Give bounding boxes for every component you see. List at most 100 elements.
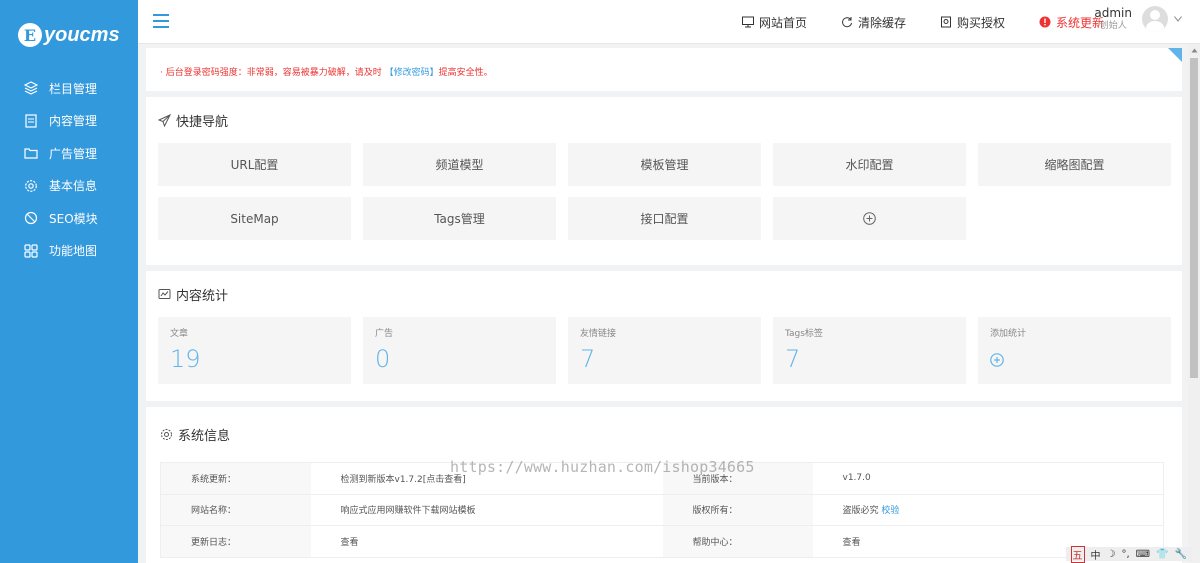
quick-nav-watermark-config[interactable]: 水印配置	[773, 143, 966, 186]
ime-moon-icon[interactable]: ☽	[1107, 549, 1116, 560]
site-name: 响应式应用网赚软件下载网站模板	[310, 494, 663, 526]
sidebar-item-columns[interactable]: 栏目管理	[0, 72, 138, 105]
system-info-panel: 系统信息 系统更新： 检测到新版本v1.7.2[点击查看] 当前版本： v1.7…	[146, 407, 1182, 563]
sysinfo-table: 系统更新： 检测到新版本v1.7.2[点击查看] 当前版本： v1.7.0 网站…	[160, 462, 1164, 558]
sidebar-item-ads[interactable]: 广告管理	[0, 137, 138, 170]
notice-suffix: 提高安全性。	[438, 68, 493, 78]
monitor-icon	[741, 16, 754, 28]
gear-icon	[161, 429, 172, 440]
quick-nav-sitemap[interactable]: SiteMap	[158, 197, 351, 240]
user-names: admin 创始人	[1094, 6, 1132, 32]
sidebar-item-label: 功能地图	[49, 244, 98, 259]
sidebar-item-basic-info[interactable]: 基本信息	[0, 170, 138, 203]
clear-cache-link[interactable]: 清除缓存	[841, 14, 906, 31]
table-key: 更新日志：	[160, 525, 311, 558]
grid-icon	[24, 244, 38, 258]
quick-nav-url-config[interactable]: URL配置	[158, 143, 351, 186]
quick-nav-api-config[interactable]: 接口配置	[568, 197, 761, 240]
sidebar-item-seo[interactable]: SEO模块	[0, 202, 138, 235]
buy-license-link[interactable]: 购买授权	[940, 14, 1005, 31]
scroll-up-icon[interactable]	[1188, 44, 1200, 56]
clear-cache-label: 清除缓存	[857, 15, 906, 30]
table-key: 网站名称：	[160, 494, 311, 526]
stat-ads[interactable]: 广告 0	[363, 317, 556, 384]
content-stats-panel: 内容统计 文章 19 广告 0 友情链接 7 Tags标签 7 添加统计	[146, 271, 1182, 401]
stat-label: 广告	[375, 329, 394, 339]
logo[interactable]: E youcms	[0, 0, 138, 70]
ime-mode-icon[interactable]: 五	[1070, 545, 1085, 563]
sidebar-menu: 栏目管理 内容管理 广告管理 基本信息 SEO模块 功能地图	[0, 72, 138, 267]
seo-icon	[24, 211, 38, 225]
password-notice: · 后台登录密码强度：非常弱，容易被暴力破解，请及时 【修改密码】提高安全性。	[146, 48, 1182, 91]
stats-title: 内容统计	[158, 271, 1170, 317]
notice-prefix: · 后台登录密码强度：非常弱，容易被暴力破解，请及时	[160, 68, 385, 78]
quick-nav-title-text: 快捷导航	[176, 114, 229, 130]
stat-value: 7	[580, 345, 596, 373]
quick-nav-grid: URL配置 频道模型 模板管理 水印配置 缩略图配置 SiteMap Tags管…	[158, 143, 1171, 240]
page-scrollbar[interactable]	[1188, 44, 1200, 563]
logo-mark: E	[18, 23, 42, 47]
change-password-link[interactable]: 【修改密码】	[385, 68, 439, 78]
quick-nav-thumbnail-config[interactable]: 缩略图配置	[978, 143, 1171, 186]
table-key: 版权所有：	[662, 494, 813, 526]
avatar[interactable]	[1142, 6, 1168, 32]
stat-articles[interactable]: 文章 19	[158, 317, 351, 384]
top-links: 网站首页 清除缓存 购买授权 系统更新	[708, 0, 1104, 44]
table-key: 系统更新：	[160, 462, 311, 495]
scrollbar-thumb[interactable]	[1190, 58, 1198, 378]
plus-circle-icon	[863, 212, 876, 225]
refresh-icon	[842, 17, 852, 28]
quick-nav-template-manage[interactable]: 模板管理	[568, 143, 761, 186]
stat-value: 19	[170, 345, 201, 373]
sidebar-item-label: 广告管理	[49, 146, 98, 161]
user-name: admin	[1094, 6, 1132, 20]
ime-toolbar[interactable]: 五 中 ☽ °, ⌨ 👕 🔧	[1065, 545, 1192, 563]
stat-links[interactable]: 友情链接 7	[568, 317, 761, 384]
ime-skin-icon[interactable]: 👕	[1156, 549, 1168, 560]
quick-nav-add-button[interactable]	[773, 197, 966, 240]
quick-nav-title: 快捷导航	[158, 97, 1170, 143]
copyright-cell: 盗版必究 校验	[812, 494, 1164, 526]
stats-title-text: 内容统计	[176, 288, 229, 304]
site-home-link[interactable]: 网站首页	[741, 14, 807, 31]
quick-nav-channel-model[interactable]: 频道模型	[363, 143, 556, 186]
notice-corner-badge	[1168, 48, 1182, 62]
stats-grid: 文章 19 广告 0 友情链接 7 Tags标签 7 添加统计	[158, 317, 1171, 384]
gear-icon	[24, 179, 38, 193]
sidebar-item-function-map[interactable]: 功能地图	[0, 235, 138, 268]
sysinfo-title: 系统信息	[160, 407, 1168, 462]
verify-link[interactable]: 校验	[881, 506, 899, 516]
send-icon	[158, 113, 171, 127]
copyright-text: 盗版必究	[842, 506, 879, 517]
document-icon	[24, 114, 38, 128]
plus-circle-icon	[990, 353, 1159, 370]
ime-settings-icon[interactable]: 🔧	[1175, 549, 1187, 560]
sidebar-item-content[interactable]: 内容管理	[0, 105, 138, 138]
stat-add-button[interactable]: 添加统计	[978, 317, 1171, 384]
logo-text: youcms	[44, 23, 120, 46]
table-row: 更新日志： 查看 帮助中心： 查看	[160, 525, 1164, 558]
ime-lang-icon[interactable]: 中	[1091, 547, 1101, 562]
alert-icon	[1039, 16, 1051, 28]
site-home-label: 网站首页	[758, 15, 807, 30]
stat-tags[interactable]: Tags标签 7	[773, 317, 966, 384]
sidebar-item-label: 栏目管理	[49, 81, 98, 96]
sysinfo-title-text: 系统信息	[178, 429, 231, 444]
sidebar: E youcms 栏目管理 内容管理 广告管理 基本信息 SEO模块 功能地图	[0, 0, 138, 563]
changelog-link[interactable]: 查看	[310, 525, 663, 558]
top-header: 网站首页 清除缓存 购买授权 系统更新 admin 创始人	[138, 0, 1200, 44]
chevron-down-icon	[1174, 16, 1182, 22]
quick-nav-tags-manage[interactable]: Tags管理	[363, 197, 556, 240]
table-key: 帮助中心：	[662, 525, 813, 558]
shield-icon	[940, 16, 951, 28]
watermark: https://www.huzhan.com/ishop34665	[450, 458, 755, 476]
sidebar-item-label: 内容管理	[49, 114, 98, 129]
menu-toggle-icon[interactable]	[153, 14, 169, 28]
ime-keyboard-icon[interactable]: ⌨	[1136, 549, 1150, 560]
chart-icon	[158, 288, 171, 299]
stat-value: 0	[375, 345, 391, 373]
user-menu[interactable]: admin 创始人	[1094, 6, 1182, 32]
ime-punct-icon[interactable]: °,	[1121, 549, 1129, 560]
sidebar-item-label: 基本信息	[49, 179, 98, 194]
current-version: v1.7.0	[812, 462, 1164, 495]
